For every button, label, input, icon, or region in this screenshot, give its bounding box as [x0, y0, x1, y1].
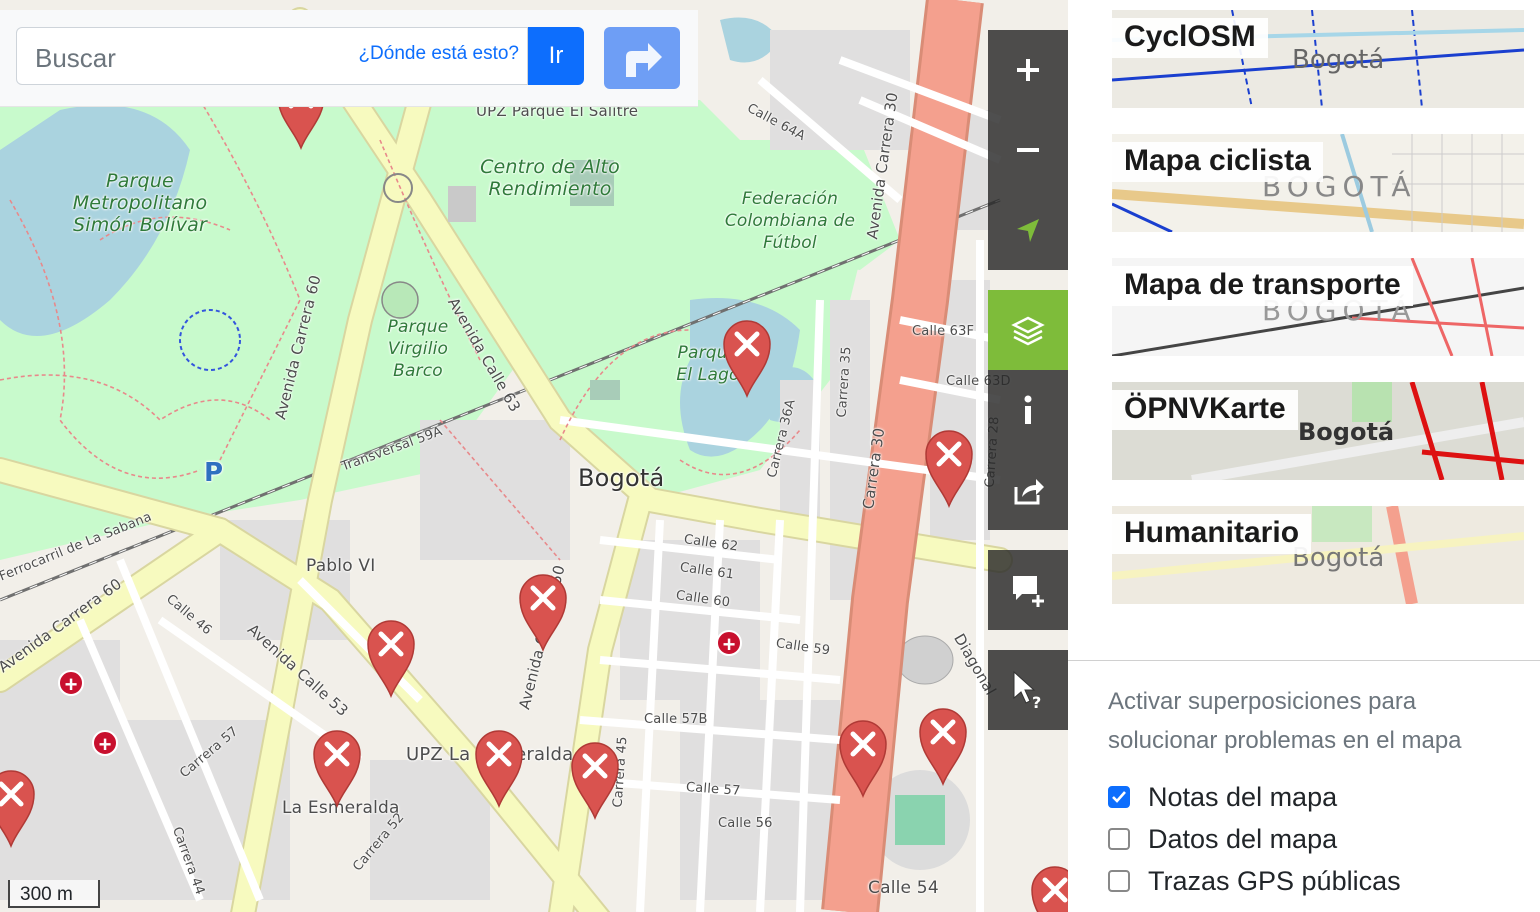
query-features-button[interactable]: ?	[988, 650, 1068, 730]
map-label: Parque Metropolitano Simón Bolívar	[72, 170, 208, 236]
go-button[interactable]: Ir	[528, 27, 584, 85]
map-label: Pablo VI	[306, 556, 376, 576]
query-tools: ?	[988, 650, 1068, 730]
share-button[interactable]	[988, 450, 1068, 530]
checkbox-checked[interactable]	[1108, 786, 1130, 808]
road-label: Calle 54	[868, 878, 939, 898]
map-note-pin[interactable]	[474, 728, 524, 809]
overlay-map-data[interactable]: Datos del mapa	[1108, 824, 1337, 854]
directions-icon	[626, 43, 662, 77]
road-label: Calle 57B	[644, 712, 708, 727]
layer-option-cyclosm[interactable]: Bogotá CyclOSM	[1112, 10, 1524, 108]
scale-bar: 300 m	[8, 880, 100, 908]
layer-name: Humanitario	[1112, 514, 1312, 554]
overlays-description: Activar superposiciones para solucionar …	[1108, 688, 1462, 754]
note-tools	[988, 550, 1068, 630]
share-icon	[1014, 479, 1044, 505]
plus-icon	[1017, 59, 1039, 81]
map-label: Parque Virgilio Barco	[387, 317, 449, 381]
road-label: Calle 56	[718, 816, 773, 831]
map-note-pin[interactable]	[312, 728, 362, 809]
map-label: Federación Colombiana de Fútbol	[724, 189, 856, 253]
layer-option-mapa-ciclista[interactable]: BOGOTÁ Mapa ciclista	[1112, 134, 1524, 232]
search-box: ¿Dónde está esto?	[16, 27, 528, 85]
map-note-pin[interactable]	[570, 740, 620, 821]
map-tools	[988, 290, 1068, 530]
layer-option-humanitario[interactable]: Bogotá Humanitario	[1112, 506, 1524, 604]
search-input[interactable]	[33, 42, 337, 75]
svg-text:?: ?	[1032, 693, 1041, 710]
hospital-icon: +	[92, 730, 118, 757]
parking-icon: P	[204, 458, 224, 488]
locate-button[interactable]	[988, 190, 1068, 270]
checkbox-unchecked[interactable]	[1108, 870, 1130, 892]
overlay-label: Trazas GPS públicas	[1148, 865, 1401, 896]
overlay-label: Notas del mapa	[1148, 781, 1338, 812]
where-is-this-link[interactable]: ¿Dónde está esto?	[358, 43, 519, 65]
hospital-icon: +	[58, 670, 84, 697]
query-cursor-icon: ?	[1013, 670, 1041, 710]
map-note-pin[interactable]	[366, 618, 416, 699]
layer-name: Mapa ciclista	[1112, 142, 1323, 182]
add-note-icon	[1013, 576, 1044, 607]
layer-option-mapa-transporte[interactable]: BOGOTÁ Mapa de transporte	[1112, 258, 1524, 356]
checkbox-unchecked[interactable]	[1108, 828, 1130, 850]
directions-button[interactable]	[604, 27, 680, 89]
thumb-text: Bogotá	[1298, 418, 1394, 446]
overlay-gps-traces[interactable]: Trazas GPS públicas	[1108, 866, 1401, 896]
overlay-label: Datos del mapa	[1148, 823, 1338, 854]
layer-option-opnvkarte[interactable]: Bogotá ÖPNVKarte	[1112, 382, 1524, 480]
hospital-icon: +	[716, 630, 742, 657]
map-canvas[interactable]: UPZ Parque El Salitre Centro de Alto Ren…	[0, 0, 1068, 912]
map-label: Bogotá	[578, 464, 665, 492]
map-key-button[interactable]	[988, 370, 1068, 450]
layers-button[interactable]	[988, 290, 1068, 370]
layer-name: CyclOSM	[1112, 18, 1268, 58]
map-label: Centro de Alto Rendimiento	[480, 156, 620, 200]
zoom-controls	[988, 30, 1068, 270]
minus-icon	[1017, 148, 1039, 152]
zoom-out-button[interactable]	[988, 110, 1068, 190]
map-tiles	[0, 0, 1068, 912]
location-arrow-icon	[1017, 219, 1039, 242]
info-icon	[1024, 395, 1032, 424]
layer-name: ÖPNVKarte	[1112, 390, 1298, 430]
section-divider	[1068, 660, 1540, 661]
zoom-in-button[interactable]	[988, 30, 1068, 110]
map-note-pin[interactable]	[918, 706, 968, 787]
search-bar: ¿Dónde está esto? Ir	[0, 10, 698, 107]
road-label: Calle 63F	[912, 324, 975, 339]
overlay-map-notes[interactable]: Notas del mapa	[1108, 782, 1337, 812]
thumb-text: Bogotá	[1292, 45, 1384, 75]
layer-name: Mapa de transporte	[1112, 266, 1413, 306]
map-note-pin[interactable]	[924, 428, 974, 509]
add-note-button[interactable]	[988, 550, 1068, 630]
map-note-pin[interactable]	[518, 572, 568, 653]
map-note-pin[interactable]	[838, 718, 888, 799]
map-note-pin[interactable]	[722, 318, 772, 399]
layers-icon	[1011, 316, 1045, 346]
layers-sidebar: Bogotá CyclOSM BOGOTÁ Mapa ciclista BOGO…	[1068, 0, 1540, 912]
map-note-pin[interactable]	[1030, 864, 1068, 912]
map-note-pin[interactable]	[0, 768, 36, 849]
check-icon	[1112, 791, 1126, 803]
